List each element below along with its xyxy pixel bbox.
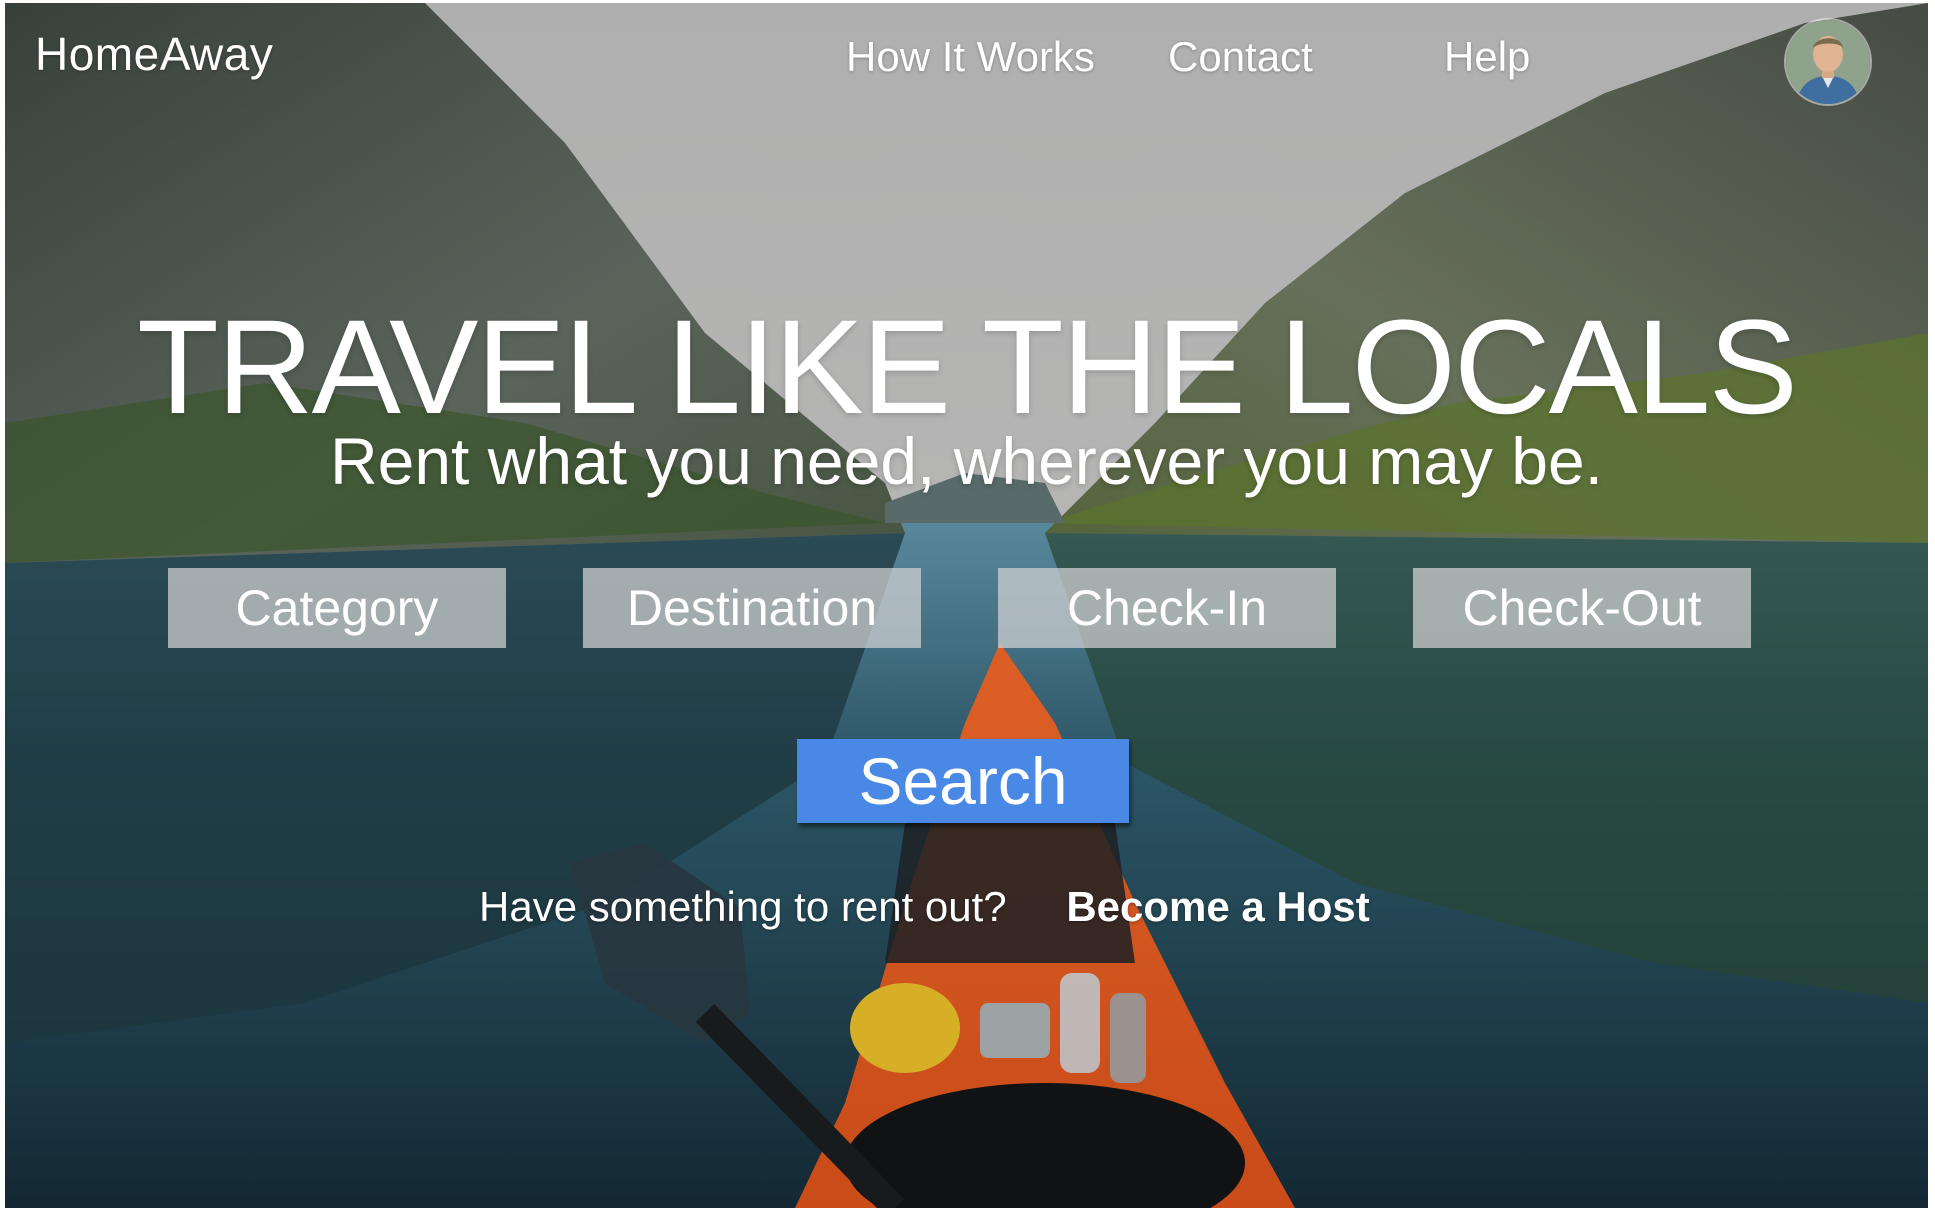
become-a-host-link[interactable]: Become a Host xyxy=(1066,883,1369,931)
destination-field[interactable]: Destination xyxy=(583,568,921,648)
nav-help[interactable]: Help xyxy=(1444,33,1530,81)
user-avatar-icon xyxy=(1786,20,1870,104)
host-question-text: Have something to rent out? xyxy=(479,883,1007,930)
check-out-field[interactable]: Check-Out xyxy=(1413,568,1751,648)
nav-contact[interactable]: Contact xyxy=(1168,33,1313,81)
become-host-row: Have something to rent out? Become a Hos… xyxy=(479,883,1370,931)
nav-how-it-works[interactable]: How It Works xyxy=(846,33,1095,81)
homeaway-logo[interactable]: HomeAway xyxy=(35,27,273,81)
user-avatar[interactable] xyxy=(1784,18,1872,106)
hero-section: HomeAway How It Works Contact Help TRAVE… xyxy=(5,3,1928,1208)
check-in-field[interactable]: Check-In xyxy=(998,568,1336,648)
hero-subheadline: Rent what you need, wherever you may be. xyxy=(329,424,1604,498)
hero-headline: TRAVEL LIKE THE LOCALS xyxy=(137,293,1798,442)
page: HomeAway How It Works Contact Help TRAVE… xyxy=(0,0,1935,1212)
category-field[interactable]: Category xyxy=(168,568,506,648)
search-button[interactable]: Search xyxy=(797,739,1129,823)
